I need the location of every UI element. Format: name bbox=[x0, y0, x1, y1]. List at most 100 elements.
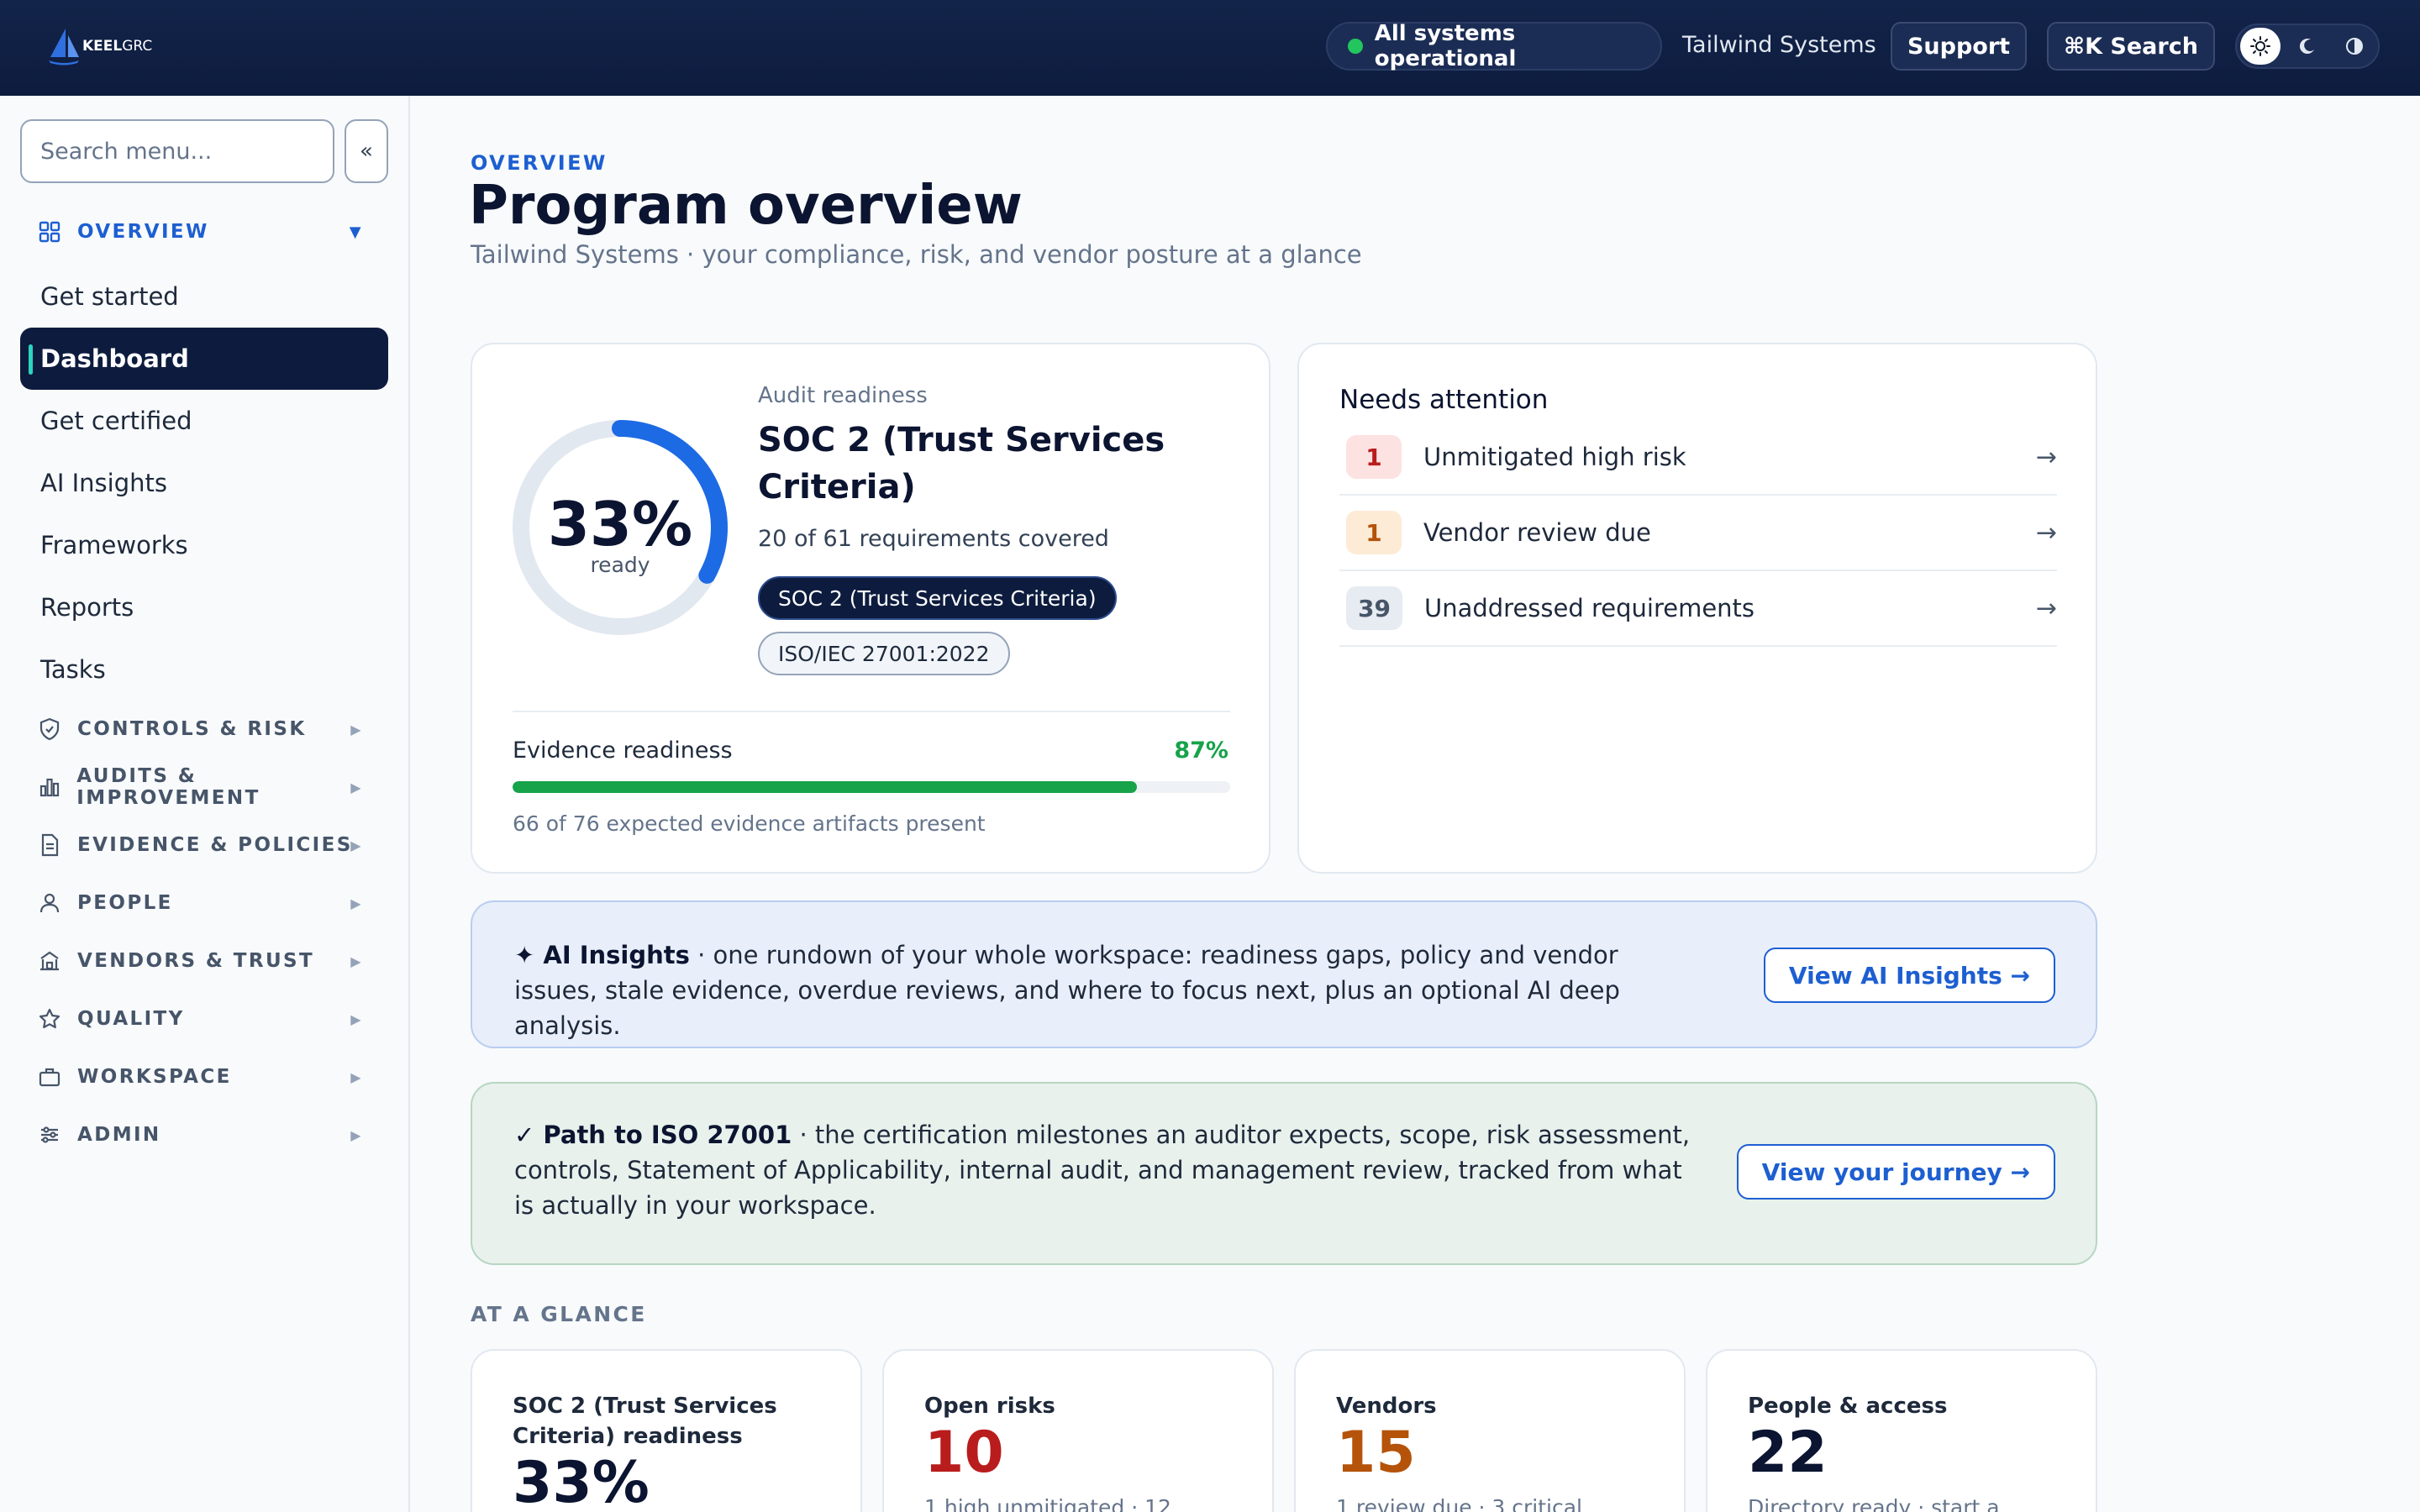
stat-value: 22 bbox=[1748, 1420, 1828, 1486]
stat-subtext: Directory ready · start a bbox=[1748, 1495, 2000, 1512]
section-label: ADMIN bbox=[77, 1124, 161, 1146]
attention-item-requirements[interactable]: 39 Unaddressed requirements → bbox=[1339, 571, 2057, 647]
section-label: EVIDENCE & POLICIES bbox=[77, 834, 353, 856]
stat-card-open-risks[interactable]: Open risks 10 1 high unmitigated · 12 bbox=[882, 1349, 1274, 1512]
sidebar-section-evidence-policies[interactable]: EVIDENCE & POLICIES ▶ bbox=[20, 820, 381, 870]
sidebar-section-overview[interactable]: OVERVIEW ▼ bbox=[20, 207, 381, 257]
stat-card-people-access[interactable]: People & access 22 Directory ready · sta… bbox=[1706, 1349, 2097, 1512]
framework-chip-iso27001[interactable]: ISO/IEC 27001:2022 bbox=[758, 632, 1010, 675]
framework-chip-soc2[interactable]: SOC 2 (Trust Services Criteria) bbox=[758, 576, 1117, 620]
attention-label: Unmitigated high risk bbox=[1423, 443, 1686, 471]
evidence-readiness-label: Evidence readiness bbox=[513, 738, 733, 764]
grid-icon bbox=[37, 219, 62, 244]
arrow-right-icon: → bbox=[2035, 593, 2057, 623]
system-status-pill[interactable]: All systems operational bbox=[1326, 21, 1662, 71]
audit-readiness-label: Audit readiness bbox=[758, 383, 928, 408]
system-status-text: All systems operational bbox=[1374, 21, 1517, 71]
chevron-down-icon: ▼ bbox=[349, 223, 363, 241]
sidebar-item-ai-insights[interactable]: AI Insights bbox=[20, 452, 388, 514]
section-label: AUDITS & IMPROVEMENT bbox=[76, 765, 260, 809]
stat-card-readiness[interactable]: SOC 2 (Trust Services Criteria) readines… bbox=[471, 1349, 862, 1512]
count-badge: 1 bbox=[1346, 435, 1402, 479]
sidebar-item-dashboard[interactable]: Dashboard bbox=[20, 328, 388, 390]
stat-card-vendors[interactable]: Vendors 15 1 review due · 3 critical bbox=[1294, 1349, 1686, 1512]
audit-readiness-card: 33% ready Audit readiness SOC 2 (Trust S… bbox=[471, 343, 1270, 874]
chevron-right-icon: ▶ bbox=[350, 1068, 363, 1085]
stat-title: People & access bbox=[1748, 1394, 1948, 1419]
chevron-right-icon: ▶ bbox=[350, 953, 363, 969]
section-label: CONTROLS & RISK bbox=[77, 718, 307, 740]
divider bbox=[513, 711, 1230, 712]
sidebar-section-people[interactable]: PEOPLE ▶ bbox=[20, 878, 381, 928]
document-icon bbox=[37, 832, 62, 858]
section-label: OVERVIEW bbox=[77, 221, 209, 243]
view-ai-insights-button[interactable]: View AI Insights → bbox=[1763, 948, 2055, 1003]
bar-chart-icon bbox=[37, 774, 61, 800]
app-logo[interactable]: KEELGRC bbox=[47, 27, 152, 66]
sidebar-item-reports[interactable]: Reports bbox=[20, 576, 388, 638]
dark-icon[interactable] bbox=[2287, 28, 2328, 65]
sidebar: « OVERVIEW ▼ Get started Dashboard Get c… bbox=[0, 96, 410, 1512]
attention-item-high-risk[interactable]: 1 Unmitigated high risk → bbox=[1339, 420, 2057, 496]
chevron-right-icon: ▶ bbox=[350, 1126, 363, 1143]
sidebar-section-audits-improvement[interactable]: AUDITS & IMPROVEMENT ▶ bbox=[20, 762, 381, 812]
sidebar-section-vendors-trust[interactable]: VENDORS & TRUST ▶ bbox=[20, 936, 381, 986]
light-icon[interactable] bbox=[2240, 28, 2281, 65]
stat-value: 15 bbox=[1336, 1420, 1416, 1486]
theme-switcher bbox=[2235, 24, 2380, 69]
top-bar: KEELGRC All systems operational Tailwind… bbox=[0, 0, 2420, 96]
chevron-right-icon: ▶ bbox=[350, 895, 363, 911]
sidebar-section-controls-risk[interactable]: CONTROLS & RISK ▶ bbox=[20, 704, 381, 754]
attention-label: Unaddressed requirements bbox=[1423, 594, 1755, 622]
ai-insights-description: ✦ AI Insights · one rundown of your whol… bbox=[514, 941, 1620, 1040]
sidebar-item-get-started[interactable]: Get started bbox=[20, 265, 388, 328]
ai-insights-banner: ✦ AI Insights · one rundown of your whol… bbox=[471, 900, 2097, 1048]
chevron-right-icon: ▶ bbox=[350, 721, 363, 738]
readiness-ring: 33% ready bbox=[511, 418, 729, 637]
stat-value: 10 bbox=[924, 1420, 1004, 1486]
shield-icon bbox=[37, 717, 62, 742]
sidebar-item-get-certified[interactable]: Get certified bbox=[20, 390, 388, 452]
sidebar-item-frameworks[interactable]: Frameworks bbox=[20, 514, 388, 576]
sidebar-section-admin[interactable]: ADMIN ▶ bbox=[20, 1110, 381, 1160]
star-icon bbox=[37, 1006, 62, 1032]
iso-path-banner: ✓ Path to ISO 27001 · the certification … bbox=[471, 1082, 2097, 1265]
sidebar-section-workspace[interactable]: WORKSPACE ▶ bbox=[20, 1052, 381, 1102]
needs-attention-title: Needs attention bbox=[1339, 385, 1549, 415]
chevron-right-icon: ▶ bbox=[350, 779, 363, 795]
menu-search-input[interactable] bbox=[20, 119, 334, 183]
readiness-caption: ready bbox=[590, 553, 650, 577]
readiness-percent: 33% bbox=[547, 489, 693, 559]
sidebar-item-tasks[interactable]: Tasks bbox=[20, 638, 388, 701]
count-badge: 39 bbox=[1346, 586, 1402, 630]
count-badge: 1 bbox=[1346, 511, 1402, 554]
evidence-progress-bar bbox=[513, 781, 1230, 793]
view-journey-button[interactable]: View your journey → bbox=[1736, 1144, 2055, 1200]
evidence-note: 66 of 76 expected evidence artifacts pre… bbox=[513, 811, 986, 836]
stat-title: Open risks bbox=[924, 1394, 1055, 1419]
support-button[interactable]: Support bbox=[1891, 22, 2027, 71]
stat-title: Vendors bbox=[1336, 1394, 1437, 1419]
requirements-covered: 20 of 61 requirements covered bbox=[758, 526, 1109, 552]
iso-path-description: ✓ Path to ISO 27001 · the certification … bbox=[514, 1121, 1691, 1220]
sailboat-logo-icon bbox=[49, 29, 79, 66]
sidebar-section-quality[interactable]: QUALITY ▶ bbox=[20, 994, 381, 1044]
arrow-right-icon: → bbox=[2035, 442, 2057, 472]
needs-attention-card: Needs attention 1 Unmitigated high risk … bbox=[1297, 343, 2097, 874]
stat-title: SOC 2 (Trust Services Criteria) readines… bbox=[513, 1394, 777, 1449]
person-icon bbox=[37, 890, 62, 916]
contrast-icon[interactable] bbox=[2334, 28, 2375, 65]
command-search-button[interactable]: ⌘K Search bbox=[2047, 22, 2215, 71]
chevron-right-icon: ▶ bbox=[350, 1011, 363, 1027]
stat-subtext: 1 review due · 3 critical bbox=[1336, 1495, 1582, 1512]
org-name[interactable]: Tailwind Systems bbox=[1682, 32, 1876, 58]
attention-item-vendor-review[interactable]: 1 Vendor review due → bbox=[1339, 496, 2057, 571]
collapse-sidebar-button[interactable]: « bbox=[345, 119, 388, 183]
briefcase-icon bbox=[37, 1064, 62, 1089]
evidence-progress-fill bbox=[513, 781, 1137, 793]
section-label: QUALITY bbox=[77, 1008, 185, 1030]
section-label: VENDORS & TRUST bbox=[77, 950, 315, 972]
page-title: Program overview bbox=[469, 175, 1023, 237]
stat-value: 33% bbox=[513, 1450, 650, 1512]
evidence-readiness-percent: 87% bbox=[1174, 738, 1228, 764]
